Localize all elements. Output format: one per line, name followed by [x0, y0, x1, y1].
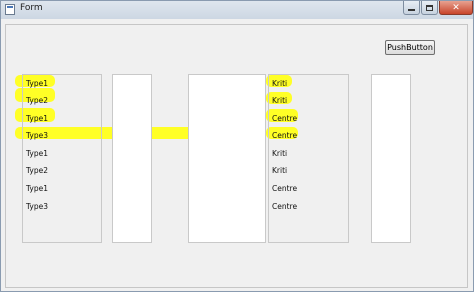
- list-item[interactable]: Type1: [26, 79, 48, 89]
- close-icon: ✕: [452, 2, 460, 13]
- list-item[interactable]: Type2: [26, 96, 48, 106]
- list-widget-types[interactable]: Type1 Type2 Type1 Type3 Type1 Type2 Type1 Type3: [22, 74, 102, 243]
- list-item[interactable]: Kriti: [272, 79, 287, 89]
- list-item[interactable]: Centre: [272, 202, 297, 212]
- minimize-button[interactable]: [403, 1, 420, 15]
- list-item[interactable]: Centre: [272, 184, 297, 194]
- list-widget-5[interactable]: [371, 74, 411, 243]
- list-item[interactable]: Centre: [272, 131, 297, 141]
- list-widget-2[interactable]: [112, 74, 152, 243]
- minimize-icon: [408, 9, 415, 11]
- list-item[interactable]: Type3: [26, 131, 48, 141]
- list-item[interactable]: Type2: [26, 166, 48, 176]
- list-widget-centres[interactable]: Kriti Kriti Centre Centre Kriti Kriti Centre Ce…: [268, 74, 349, 243]
- list-item[interactable]: Kriti: [272, 96, 287, 106]
- title-bar[interactable]: Form ✕: [1, 1, 473, 19]
- window-title: Form: [20, 3, 43, 13]
- maximize-button[interactable]: [421, 1, 438, 15]
- list-item[interactable]: Centre: [272, 114, 297, 124]
- list-item[interactable]: Type1: [26, 184, 48, 194]
- maximize-icon: [426, 4, 433, 11]
- list-item[interactable]: Type1: [26, 149, 48, 159]
- list-item[interactable]: Type1: [26, 114, 48, 124]
- list-item[interactable]: Kriti: [272, 166, 287, 176]
- close-button[interactable]: ✕: [439, 1, 473, 15]
- form-window-icon[interactable]: [5, 4, 15, 15]
- push-button[interactable]: PushButton: [385, 40, 435, 55]
- list-item[interactable]: Kriti: [272, 149, 287, 159]
- list-item[interactable]: Type3: [26, 202, 48, 212]
- list-widget-3[interactable]: [188, 74, 266, 243]
